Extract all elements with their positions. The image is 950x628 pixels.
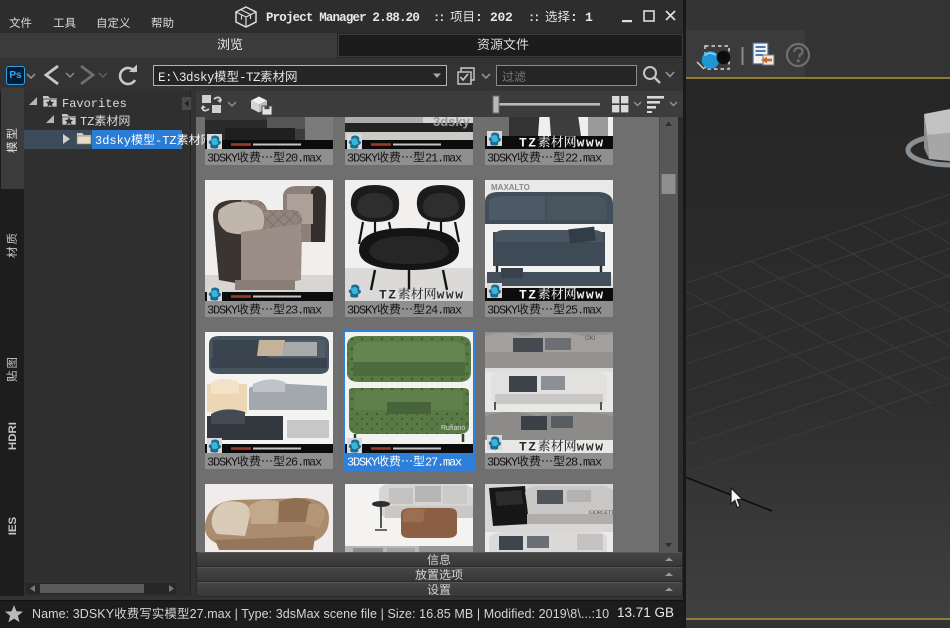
svg-text:3dsky: 3dsky [95, 134, 131, 148]
svg-text:3DSKY: 3DSKY [207, 152, 238, 166]
svg-text:27.max: 27.max [425, 456, 462, 470]
svg-text:-TZ: -TZ [155, 134, 177, 148]
svg-text:E:\3dsky: E:\3dsky [158, 71, 215, 85]
svg-text:3DSKY: 3DSKY [487, 456, 518, 470]
svg-text:HDRI: HDRI [7, 422, 19, 450]
svg-text:28.max: 28.max [565, 456, 602, 470]
svg-text:26.max: 26.max [285, 456, 322, 470]
svg-text:20.max: 20.max [285, 152, 322, 166]
svg-text:Favorites: Favorites [62, 97, 127, 111]
svg-text:22.max: 22.max [565, 152, 602, 166]
svg-text:21.max: 21.max [425, 152, 462, 166]
svg-text:::: :: [528, 11, 538, 25]
svg-text:3dsky: 3dsky [433, 117, 471, 129]
svg-text:3DSKY: 3DSKY [487, 152, 518, 166]
svg-text:3DSKY: 3DSKY [207, 456, 238, 470]
svg-text:IES: IES [7, 516, 19, 535]
svg-text:13.71 GB: 13.71 GB [617, 605, 674, 620]
svg-text:3DSKY: 3DSKY [347, 304, 378, 318]
svg-text:3DSKY: 3DSKY [347, 456, 378, 470]
svg-text:23.max: 23.max [285, 304, 322, 318]
svg-text:: 1: : 1 [570, 10, 593, 25]
svg-text:TZ: TZ [80, 115, 94, 129]
svg-text:::: :: [433, 11, 443, 25]
svg-text:: 202: : 202 [475, 10, 513, 25]
svg-text:-TZ: -TZ [239, 71, 261, 85]
svg-text:25.max: 25.max [565, 304, 602, 318]
svg-text:Name: 3DSKY: Name: 3DSKY [32, 607, 115, 621]
svg-text:OKI: OKI [585, 336, 596, 342]
svg-text:MAXALTO: MAXALTO [491, 183, 530, 192]
svg-text:3DSKY: 3DSKY [207, 304, 238, 318]
svg-text:3DSKY: 3DSKY [487, 304, 518, 318]
svg-text:24.max: 24.max [425, 304, 462, 318]
svg-text:Project Manager 2.88.20: Project Manager 2.88.20 [266, 11, 419, 25]
svg-text:27.max | Type: 3dsMax scene fi: 27.max | Type: 3dsMax scene file | Size:… [190, 607, 610, 621]
svg-text:3DSKY: 3DSKY [347, 152, 378, 166]
